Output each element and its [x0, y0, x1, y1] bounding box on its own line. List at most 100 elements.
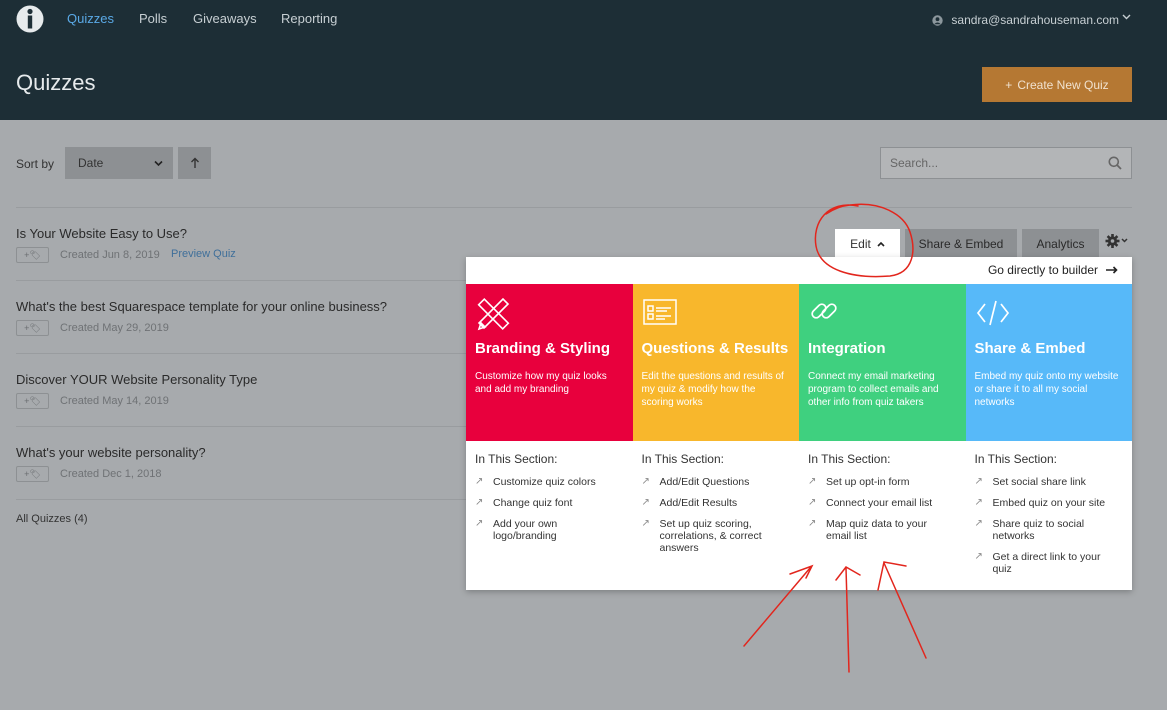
list-item-label: Embed quiz on your site: [992, 497, 1106, 509]
external-edit-icon: ↗︎: [641, 497, 650, 508]
external-edit-icon: ↗︎: [475, 518, 484, 529]
plus-icon: +: [1005, 77, 1013, 92]
divider: [16, 207, 1132, 208]
card-title: Questions & Results: [641, 340, 789, 357]
list-item[interactable]: ↗︎ Set social share link: [975, 476, 1133, 488]
external-edit-icon: ↗︎: [475, 497, 484, 508]
search-input[interactable]: Search...: [880, 147, 1132, 179]
chevron-down-icon: [154, 160, 163, 166]
section-heading: In This Section:: [808, 452, 891, 466]
nav-quizzes[interactable]: Quizzes: [67, 11, 114, 26]
user-email: sandra@sandrahouseman.com: [951, 13, 1119, 27]
arrow-right-icon: [1106, 266, 1118, 274]
top-bar: Quizzes Polls Giveaways Reporting sandra…: [0, 0, 1167, 120]
add-tag-button[interactable]: +🏷︎: [16, 247, 49, 263]
sort-label: Sort by: [16, 157, 55, 171]
list-item[interactable]: ↗︎ Add/Edit Questions: [642, 476, 800, 488]
section-heading: In This Section:: [475, 452, 558, 466]
list-item-label: Set up opt-in form: [826, 476, 910, 488]
list-item[interactable]: ↗︎ Customize quiz colors: [475, 476, 633, 488]
list-item-label: Share quiz to social networks: [992, 518, 1085, 542]
quiz-created-date: Created May 14, 2019: [60, 395, 169, 407]
sort-direction-button[interactable]: [178, 147, 211, 179]
external-edit-icon: ↗︎: [808, 518, 817, 529]
card-description: Customize how my quiz looks and add my b…: [475, 371, 607, 395]
quiz-title[interactable]: What's your website personality?: [16, 445, 206, 460]
quiz-created-date: Created May 29, 2019: [60, 322, 169, 334]
list-item-label: Map quiz data to your email list: [826, 518, 927, 542]
share-embed-card[interactable]: Share & Embed Embed my quiz onto my webs…: [965, 284, 1132, 441]
quiz-created-date: Created Dec 1, 2018: [60, 468, 162, 480]
edit-button[interactable]: Edit: [835, 229, 900, 259]
external-edit-icon: ↗︎: [974, 518, 983, 529]
add-tag-button[interactable]: +🏷︎: [16, 320, 49, 336]
add-tag-button[interactable]: +🏷︎: [16, 393, 49, 409]
list-item[interactable]: ↗︎ Add your own logo/branding: [475, 518, 633, 542]
external-edit-icon: ↗︎: [808, 497, 817, 508]
page-title: Quizzes: [16, 70, 96, 95]
integration-card[interactable]: Integration Connect my email marketing p…: [799, 284, 966, 441]
external-edit-icon: ↗︎: [974, 476, 983, 487]
external-edit-icon: ↗︎: [641, 476, 650, 487]
chevron-up-icon: [877, 241, 885, 247]
card-description: Embed my quiz onto my website or share i…: [974, 371, 1119, 408]
code-icon: [976, 300, 1009, 326]
create-new-quiz-button[interactable]: + Create New Quiz: [982, 67, 1132, 102]
list-item[interactable]: ↗︎ Add/Edit Results: [642, 497, 800, 509]
list-item[interactable]: ↗︎ Map quiz data to your email list: [808, 518, 966, 542]
list-item[interactable]: ↗︎ Get a direct link to your quiz: [975, 551, 1133, 575]
go-to-builder-link[interactable]: Go directly to builder: [988, 263, 1118, 277]
chevron-down-icon[interactable]: [1122, 12, 1131, 22]
analytics-button[interactable]: Analytics: [1022, 229, 1099, 259]
quiz-title[interactable]: Discover YOUR Website Personality Type: [16, 372, 257, 387]
list-item-label: Add/Edit Results: [659, 497, 738, 509]
card-description: Connect my email marketing program to co…: [808, 371, 939, 408]
external-edit-icon: ↗︎: [974, 551, 983, 562]
list-item[interactable]: ↗︎ Set up opt-in form: [808, 476, 966, 488]
questions-section-list: In This Section: ↗︎ Add/Edit Questions ↗︎…: [633, 452, 800, 563]
card-title: Integration: [808, 340, 886, 357]
list-item[interactable]: ↗︎ Change quiz font: [475, 497, 633, 509]
list-item-label: Add your own logo/branding: [493, 518, 558, 542]
questions-results-card[interactable]: Questions & Results Edit the questions a…: [632, 284, 799, 441]
edit-dropdown-panel: Go directly to builder Branding & Stylin…: [466, 257, 1132, 590]
list-item[interactable]: ↗︎ Connect your email list: [808, 497, 966, 509]
preview-quiz-link[interactable]: Preview Quiz: [171, 248, 236, 260]
search-icon: [1108, 156, 1122, 170]
search-placeholder: Search...: [890, 156, 939, 170]
share-embed-button[interactable]: Share & Embed: [905, 229, 1017, 259]
list-item-label: Customize quiz colors: [493, 476, 596, 488]
list-item[interactable]: ↗︎ Set up quiz scoring, correlations, & c…: [642, 518, 800, 554]
sort-select-value: Date: [78, 156, 104, 170]
list-item-label: Set up quiz scoring, correlations, & cor…: [659, 518, 762, 554]
external-edit-icon: ↗︎: [808, 476, 817, 487]
pencil-ruler-icon: [477, 297, 510, 331]
gear-menu[interactable]: [1105, 233, 1129, 253]
app-logo-icon[interactable]: [16, 4, 44, 34]
list-item[interactable]: ↗︎ Share quiz to social networks: [975, 518, 1133, 542]
branding-section-list: In This Section: ↗︎ Customize quiz colors…: [466, 452, 633, 551]
card-title: Branding & Styling: [475, 340, 610, 357]
quiz-title[interactable]: Is Your Website Easy to Use?: [16, 226, 187, 241]
form-icon: [642, 299, 677, 325]
external-edit-icon: ↗︎: [974, 497, 983, 508]
nav-polls[interactable]: Polls: [139, 11, 167, 26]
list-item[interactable]: ↗︎ Embed quiz on your site: [975, 497, 1133, 509]
all-quizzes-link[interactable]: All Quizzes (4): [16, 513, 88, 525]
sort-select[interactable]: Date: [65, 147, 173, 179]
section-heading: In This Section:: [974, 452, 1058, 466]
quiz-created-date: Created Jun 8, 2019: [60, 249, 160, 261]
add-tag-button[interactable]: +🏷︎: [16, 466, 49, 482]
list-item-label: Get a direct link to your quiz: [992, 551, 1101, 575]
list-item-label: Add/Edit Questions: [659, 476, 750, 488]
card-description: Edit the questions and results of my qui…: [641, 371, 784, 408]
nav-reporting[interactable]: Reporting: [281, 11, 337, 26]
integration-section-list: In This Section: ↗︎ Set up opt-in form ↗︎…: [799, 452, 966, 551]
user-icon: [932, 14, 944, 26]
nav-giveaways[interactable]: Giveaways: [193, 11, 257, 26]
quiz-title[interactable]: What's the best Squarespace template for…: [16, 299, 387, 314]
share-section-list: In This Section: ↗︎ Set social share link…: [966, 452, 1133, 584]
list-item-label: Change quiz font: [493, 497, 573, 509]
user-menu[interactable]: sandra@sandrahouseman.com: [932, 13, 1119, 27]
branding-styling-card[interactable]: Branding & Styling Customize how my quiz…: [466, 284, 633, 441]
